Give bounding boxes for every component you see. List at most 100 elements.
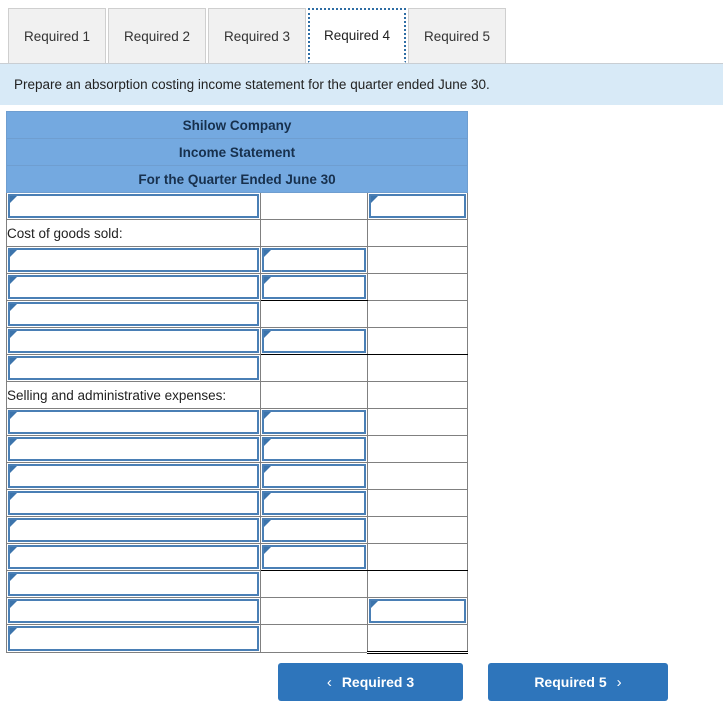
amount-input-desc-row11[interactable]: [8, 464, 259, 488]
input-cell[interactable]: [260, 246, 368, 274]
amount-input-desc-row7[interactable]: [8, 356, 259, 380]
tab-required-4[interactable]: Required 4: [308, 8, 406, 63]
amount-input-col2-row10[interactable]: [262, 437, 366, 461]
worksheet-title-3: For the Quarter Ended June 30: [5, 165, 469, 193]
input-cell[interactable]: [6, 192, 261, 220]
tab-required-5[interactable]: Required 5: [408, 8, 506, 63]
input-cell[interactable]: [260, 462, 368, 490]
tab-required-2[interactable]: Required 2: [108, 8, 206, 63]
input-cell[interactable]: [366, 192, 469, 220]
tab-required-1[interactable]: Required 1: [8, 8, 106, 63]
empty-cell: [366, 300, 469, 328]
worksheet-row: [6, 462, 469, 490]
amount-input-col2-row13[interactable]: [262, 518, 366, 542]
empty-cell: [366, 570, 469, 598]
tab-label: Required 2: [123, 28, 191, 44]
empty-cell: [366, 516, 469, 544]
tab-label: Required 5: [423, 28, 491, 44]
navigation-bar: ‹ Required 3 Required 5 ›: [0, 663, 723, 705]
amount-input-col2-row11[interactable]: [262, 464, 366, 488]
input-cell[interactable]: [6, 543, 261, 571]
empty-cell: [366, 219, 469, 247]
input-cell[interactable]: [260, 408, 368, 436]
amount-input-desc-row3[interactable]: [8, 248, 259, 272]
amount-input-col2-row12[interactable]: [262, 491, 366, 515]
worksheet-row: [6, 246, 469, 274]
empty-cell: [260, 300, 368, 328]
input-cell[interactable]: [6, 408, 261, 436]
worksheet-title-2: Income Statement: [5, 138, 469, 166]
amount-input-desc-row16[interactable]: [8, 599, 259, 623]
input-cell[interactable]: [260, 516, 368, 544]
amount-input-desc-row14[interactable]: [8, 545, 259, 569]
worksheet-row: [6, 516, 469, 544]
amount-input-desc-row1[interactable]: [8, 194, 259, 218]
tab-label: Required 3: [223, 28, 291, 44]
empty-cell: [366, 354, 469, 382]
input-cell[interactable]: [6, 570, 261, 598]
worksheet-row: [6, 489, 469, 517]
input-cell[interactable]: [6, 516, 261, 544]
prev-required-button[interactable]: ‹ Required 3: [278, 663, 463, 701]
amount-input-desc-row17[interactable]: [8, 626, 259, 651]
amount-input-desc-row15[interactable]: [8, 572, 259, 596]
amount-input-desc-row5[interactable]: [8, 302, 259, 326]
worksheet-row: Selling and administrative expenses:: [6, 381, 469, 409]
amount-input-col3-row1[interactable]: [369, 194, 467, 218]
chevron-left-icon: ‹: [326, 673, 332, 691]
next-required-button[interactable]: Required 5 ›: [488, 663, 668, 701]
amount-input-desc-row6[interactable]: [8, 329, 259, 353]
total-rule-cell: [366, 624, 469, 654]
amount-input-col2-row4[interactable]: [262, 275, 366, 299]
empty-cell: [260, 192, 368, 220]
tab-required-3[interactable]: Required 3: [208, 8, 306, 63]
empty-cell: [366, 273, 469, 301]
subtotal-rule-cell: [366, 327, 469, 355]
input-cell[interactable]: [260, 327, 368, 355]
input-cell[interactable]: [260, 273, 368, 301]
worksheet-row: [6, 408, 469, 436]
amount-input-desc-row4[interactable]: [8, 275, 259, 299]
input-cell[interactable]: [6, 300, 261, 328]
input-cell[interactable]: [6, 462, 261, 490]
amount-input-col2-row14[interactable]: [262, 545, 366, 569]
input-cell[interactable]: [6, 327, 261, 355]
tab-strip: Required 1 Required 2 Required 3 Required 4…: [0, 0, 723, 64]
empty-cell: [260, 354, 368, 382]
input-cell[interactable]: [6, 354, 261, 382]
amount-input-desc-row12[interactable]: [8, 491, 259, 515]
amount-input-col2-row9[interactable]: [262, 410, 366, 434]
worksheet-row: [6, 192, 469, 220]
amount-input-col2-row6[interactable]: [262, 329, 366, 353]
worksheet-row: [6, 327, 469, 355]
input-cell[interactable]: [260, 489, 368, 517]
worksheet-title-1: Shilow Company: [5, 111, 469, 139]
empty-cell: [366, 435, 469, 463]
worksheet-header-row: For the Quarter Ended June 30: [5, 165, 469, 193]
empty-cell: [260, 381, 368, 409]
worksheet-row: [6, 435, 469, 463]
input-cell[interactable]: [6, 273, 261, 301]
input-cell[interactable]: [6, 489, 261, 517]
amount-input-desc-row13[interactable]: [8, 518, 259, 542]
input-cell[interactable]: [6, 597, 261, 625]
input-cell[interactable]: [260, 435, 368, 463]
input-cell[interactable]: [6, 246, 261, 274]
amount-input-col3-row16[interactable]: [369, 599, 467, 623]
input-cell[interactable]: [6, 624, 261, 653]
input-cell[interactable]: [260, 543, 368, 571]
worksheet-row: [6, 624, 469, 654]
section-label-cell: Selling and administrative expenses:: [6, 381, 261, 409]
worksheet-row: Cost of goods sold:: [6, 219, 469, 247]
amount-input-desc-row9[interactable]: [8, 410, 259, 434]
empty-cell: [366, 381, 469, 409]
amount-input-col2-row3[interactable]: [262, 248, 366, 272]
amount-input-desc-row10[interactable]: [8, 437, 259, 461]
empty-cell: [260, 597, 368, 625]
section-label: Cost of goods sold:: [7, 225, 123, 241]
input-cell[interactable]: [6, 435, 261, 463]
input-cell[interactable]: [366, 597, 469, 625]
worksheet-row: [6, 543, 469, 571]
worksheet-row: [6, 597, 469, 625]
empty-cell: [260, 219, 368, 247]
